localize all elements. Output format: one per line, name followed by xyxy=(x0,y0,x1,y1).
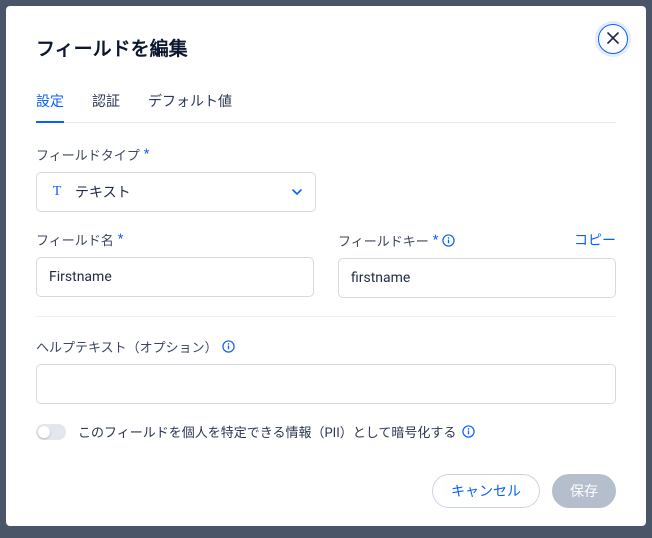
select-left: T テキスト xyxy=(49,182,131,202)
edit-field-modal: フィールドを編集 設定 認証 デフォルト値 フィールドタイプ * T テキスト … xyxy=(6,6,646,526)
field-key-group: フィールドキー * コピー xyxy=(338,230,616,298)
pii-toggle-row: このフィールドを個人を特定できる情報（PII）として暗号化する xyxy=(36,422,616,441)
copy-link[interactable]: コピー xyxy=(574,230,616,250)
pii-toggle[interactable] xyxy=(36,424,66,440)
field-name-label: フィールド名 * xyxy=(36,230,314,249)
field-type-label-text: フィールドタイプ xyxy=(36,145,140,164)
help-text-group: ヘルプテキスト（オプション） xyxy=(36,337,616,404)
close-button[interactable] xyxy=(598,24,628,54)
tab-validation[interactable]: 認証 xyxy=(92,83,120,123)
text-type-icon: T xyxy=(49,184,65,200)
field-name-label-text: フィールド名 xyxy=(36,230,114,249)
help-text-label: ヘルプテキスト（オプション） xyxy=(36,337,616,356)
field-type-select[interactable]: T テキスト xyxy=(36,172,316,212)
tab-settings[interactable]: 設定 xyxy=(36,83,64,123)
pii-toggle-label: このフィールドを個人を特定できる情報（PII）として暗号化する xyxy=(78,422,475,441)
field-name-input[interactable] xyxy=(36,257,314,297)
field-type-group: フィールドタイプ * T テキスト xyxy=(36,145,616,212)
field-type-value: テキスト xyxy=(75,182,131,202)
field-type-label: フィールドタイプ * xyxy=(36,145,616,164)
modal-footer: キャンセル 保存 xyxy=(432,474,616,508)
required-mark: * xyxy=(433,233,439,248)
save-button[interactable]: 保存 xyxy=(552,474,616,508)
field-key-label-text: フィールドキー xyxy=(338,231,429,250)
tab-default[interactable]: デフォルト値 xyxy=(148,83,232,123)
toggle-knob xyxy=(38,426,50,438)
cancel-button[interactable]: キャンセル xyxy=(432,474,540,508)
info-icon[interactable] xyxy=(462,425,475,438)
required-mark: * xyxy=(144,147,150,162)
info-icon[interactable] xyxy=(222,340,235,353)
help-text-label-text: ヘルプテキスト（オプション） xyxy=(36,337,218,356)
chevron-down-icon xyxy=(291,183,303,202)
help-text-input[interactable] xyxy=(36,364,616,404)
field-name-group: フィールド名 * xyxy=(36,230,314,298)
field-key-input[interactable] xyxy=(338,258,616,298)
field-key-label-row: フィールドキー * コピー xyxy=(338,230,616,250)
name-key-row: フィールド名 * フィールドキー * コピー xyxy=(36,230,616,298)
tabs: 設定 認証 デフォルト値 xyxy=(36,83,616,123)
close-icon xyxy=(607,32,619,47)
info-icon[interactable] xyxy=(442,234,455,247)
divider xyxy=(36,316,616,317)
field-key-label: フィールドキー * xyxy=(338,231,455,250)
modal-title: フィールドを編集 xyxy=(36,34,616,61)
required-mark: * xyxy=(118,232,124,247)
pii-toggle-label-text: このフィールドを個人を特定できる情報（PII）として暗号化する xyxy=(78,422,456,441)
